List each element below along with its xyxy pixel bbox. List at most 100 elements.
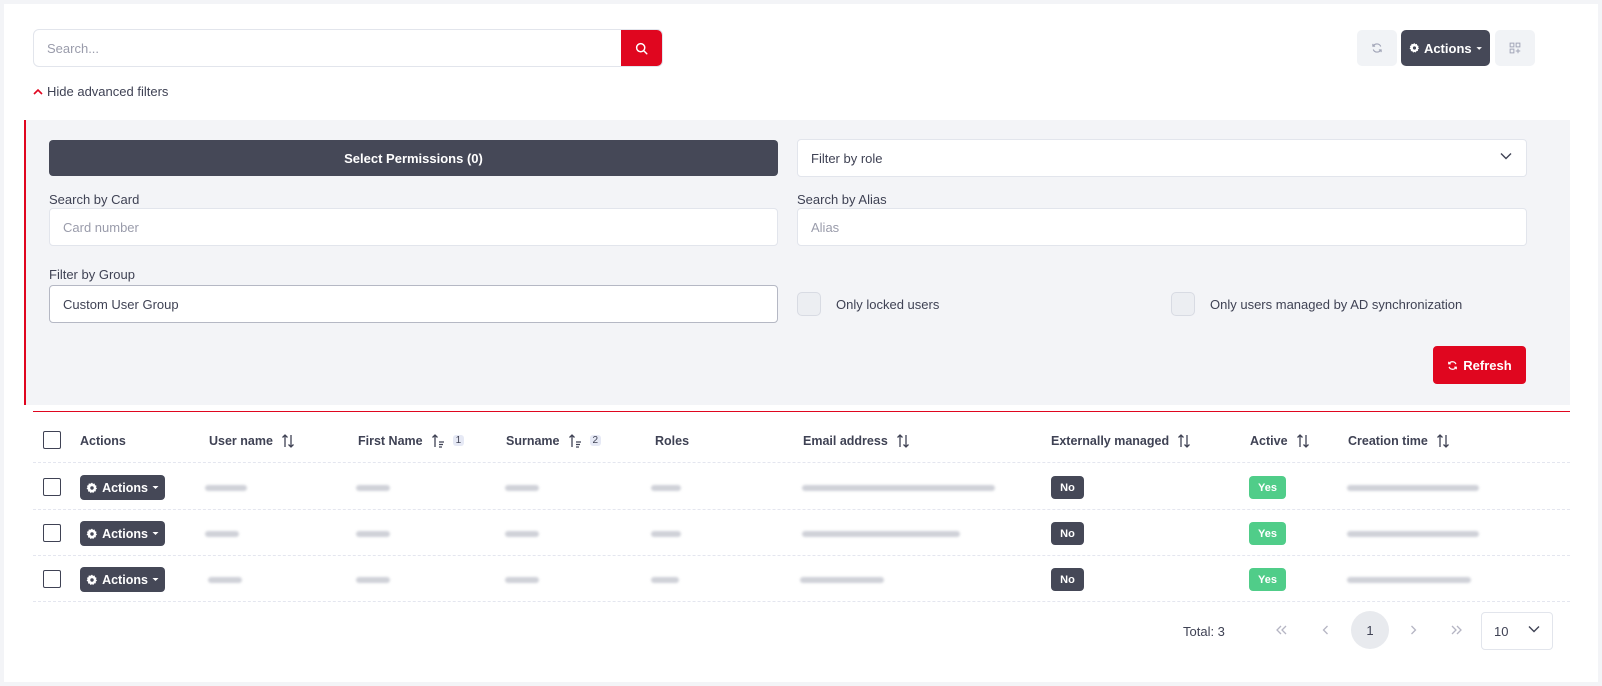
toggle-advanced-filters-label: Hide advanced filters <box>47 84 169 99</box>
refresh-button[interactable]: Refresh <box>1433 346 1526 384</box>
chevron-right-icon <box>1410 625 1416 635</box>
col-creation-time[interactable]: Creation time <box>1348 418 1450 463</box>
active-badge: Yes <box>1249 476 1286 499</box>
search-input[interactable] <box>34 30 622 66</box>
col-email-label: Email address <box>803 433 888 448</box>
redacted-creation-time <box>1347 577 1471 583</box>
col-user-name[interactable]: User name <box>209 418 295 463</box>
toolbar-actions-button[interactable]: Actions <box>1401 30 1490 66</box>
only-ad-filter[interactable]: Only users managed by AD synchronization <box>1171 292 1462 316</box>
redacted-roles <box>651 485 681 491</box>
redacted-roles <box>651 577 679 583</box>
active-badge: Yes <box>1249 522 1286 545</box>
toggle-advanced-filters[interactable]: Hide advanced filters <box>33 84 168 99</box>
gear-icon <box>86 574 98 585</box>
col-email[interactable]: Email address <box>803 418 910 463</box>
col-first-name[interactable]: First Name 1 <box>358 418 465 463</box>
grid-add-icon <box>1509 42 1521 54</box>
page-size-value: 10 <box>1494 623 1509 639</box>
col-creation-time-label: Creation time <box>1348 433 1428 448</box>
row-checkbox[interactable] <box>43 524 61 542</box>
col-externally-managed[interactable]: Externally managed <box>1051 418 1191 463</box>
select-permissions-button[interactable]: Select Permissions (0) <box>49 140 778 176</box>
chevron-left-icon <box>1322 625 1328 635</box>
only-locked-label: Only locked users <box>836 296 940 312</box>
row-actions-button[interactable]: Actions <box>80 521 165 546</box>
only-ad-checkbox[interactable] <box>1171 292 1195 316</box>
filter-divider <box>33 411 1570 412</box>
col-active[interactable]: Active <box>1250 418 1310 463</box>
row-checkbox[interactable] <box>43 478 61 496</box>
search-box <box>33 29 663 67</box>
row-actions-button[interactable]: Actions <box>80 567 165 592</box>
chevron-down-icon <box>1528 626 1540 633</box>
card-search-input[interactable]: Card number <box>49 208 778 246</box>
search-icon <box>635 42 648 55</box>
col-externally-managed-label: Externally managed <box>1051 433 1170 448</box>
only-locked-filter[interactable]: Only locked users <box>797 292 939 316</box>
row-actions-button[interactable]: Actions <box>80 475 165 500</box>
row-actions-label: Actions <box>102 572 148 587</box>
col-surname-label: Surname <box>506 433 560 448</box>
alias-search-label: Search by Alias <box>797 192 887 207</box>
only-ad-label: Only users managed by AD synchronization <box>1210 296 1463 312</box>
sort-order-badge: 2 <box>589 435 602 446</box>
redacted-user-name <box>205 531 239 537</box>
row-actions-label: Actions <box>102 480 148 495</box>
role-select[interactable]: Filter by role <box>797 139 1527 177</box>
group-filter-input[interactable]: Custom User Group <box>49 285 778 323</box>
group-filter-label: Filter by Group <box>49 267 135 282</box>
page-button-current[interactable]: 1 <box>1351 611 1389 649</box>
redacted-email <box>800 577 884 583</box>
gear-icon <box>86 528 98 539</box>
alias-search-input[interactable]: Alias <box>797 208 1527 246</box>
page-size-select[interactable]: 10 <box>1481 612 1553 650</box>
col-roles: Roles <box>655 418 689 463</box>
refresh-label: Refresh <box>1463 357 1512 373</box>
redacted-surname <box>505 531 539 537</box>
redacted-surname <box>505 485 539 491</box>
row-checkbox[interactable] <box>43 570 61 588</box>
search-button[interactable] <box>621 30 662 66</box>
gear-icon <box>1409 43 1420 53</box>
col-roles-label: Roles <box>655 433 690 448</box>
caret-down-icon <box>152 532 159 535</box>
only-locked-checkbox[interactable] <box>797 292 821 316</box>
sort-icon <box>281 433 294 448</box>
refresh-icon <box>1448 360 1458 370</box>
select-all-checkbox[interactable] <box>43 431 61 449</box>
caret-down-icon <box>152 578 159 581</box>
role-select-value: Filter by role <box>811 150 883 166</box>
sort-icon <box>1296 433 1309 448</box>
redacted-user-name <box>205 485 247 491</box>
redacted-first-name <box>356 531 390 537</box>
col-actions-label: Actions <box>80 433 126 448</box>
table-row: Actions No Yes <box>33 556 1570 602</box>
externally-managed-badge: No <box>1051 476 1084 499</box>
table-header: Actions User name First Name 1 Surname 2… <box>33 418 1570 463</box>
sort-icon <box>1178 433 1191 448</box>
column-settings-button[interactable] <box>1495 30 1535 66</box>
redacted-email <box>802 485 995 491</box>
double-chevron-right-icon <box>1451 625 1462 635</box>
prev-page-button[interactable] <box>1306 611 1344 649</box>
reload-button[interactable] <box>1357 30 1397 66</box>
table-row: Actions No Yes <box>33 510 1570 556</box>
total-count: Total: 3 <box>1183 624 1225 639</box>
next-page-button[interactable] <box>1394 611 1432 649</box>
last-page-button[interactable] <box>1437 611 1475 649</box>
table-row: Actions No Yes <box>33 464 1570 510</box>
reload-icon <box>1372 43 1382 53</box>
card-search-label: Search by Card <box>49 192 140 207</box>
col-active-label: Active <box>1250 433 1288 448</box>
externally-managed-badge: No <box>1051 522 1084 545</box>
first-page-button[interactable] <box>1263 611 1301 649</box>
caret-down-icon <box>152 486 159 489</box>
caret-down-icon <box>1476 46 1482 50</box>
col-first-name-label: First Name <box>358 433 423 448</box>
col-surname[interactable]: Surname 2 <box>506 418 602 463</box>
advanced-filters-panel: Select Permissions (0) Filter by role Se… <box>24 120 1570 405</box>
redacted-creation-time <box>1347 485 1479 491</box>
col-user-name-label: User name <box>209 433 273 448</box>
redacted-email <box>802 531 960 537</box>
